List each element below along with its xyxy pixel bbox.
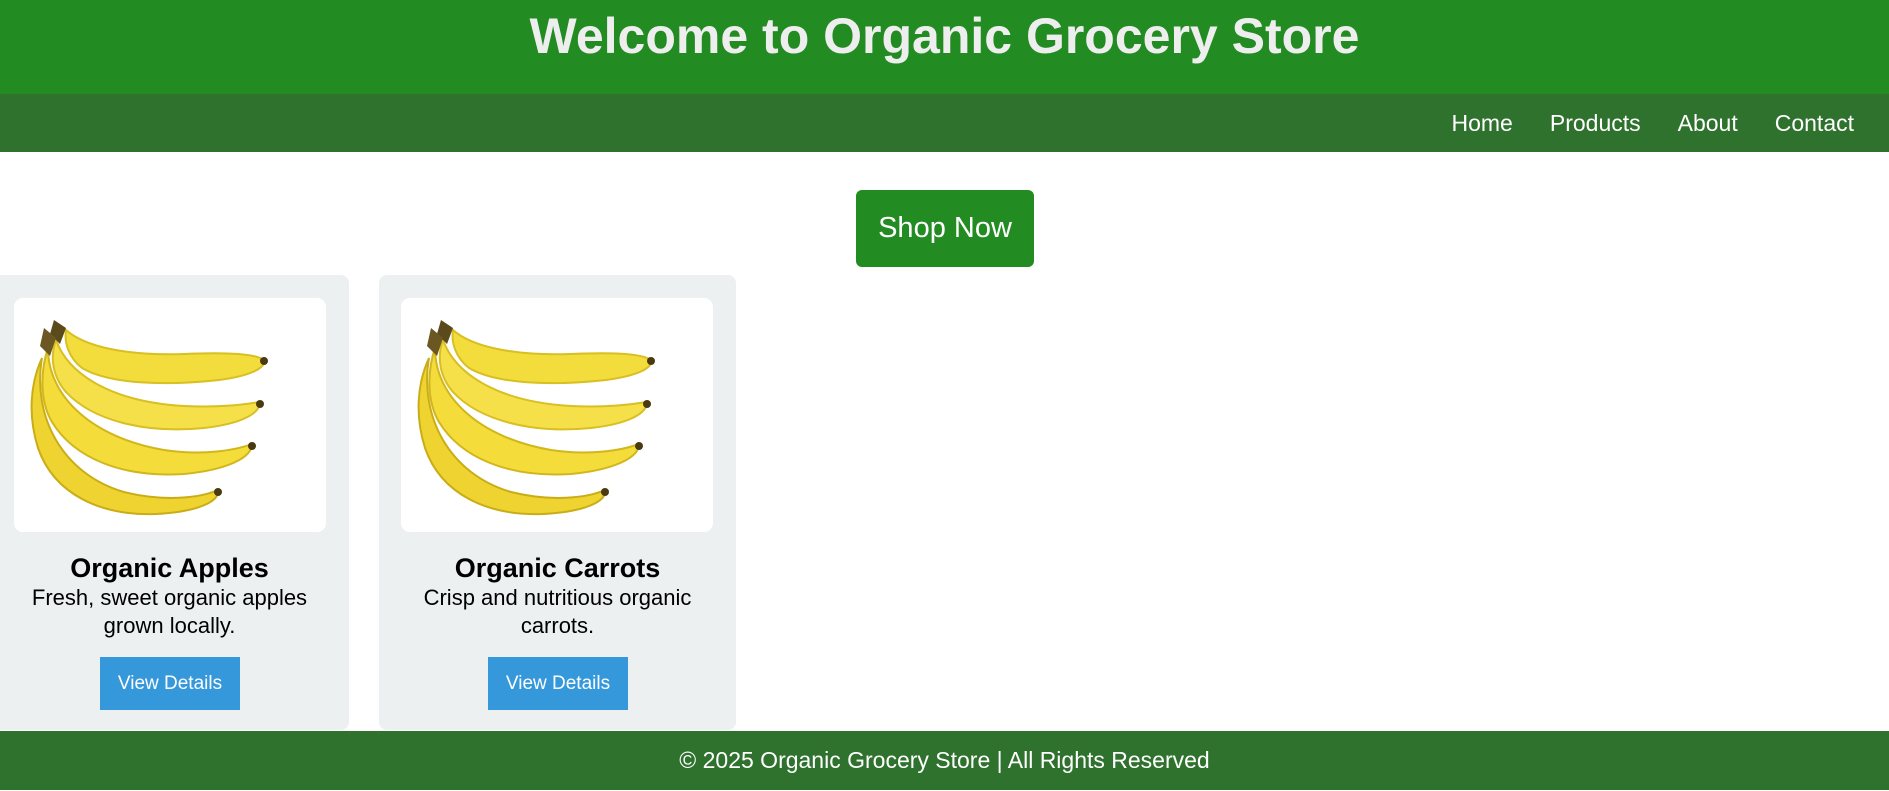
nav-link-about[interactable]: About	[1678, 110, 1738, 137]
shop-now-button[interactable]: Shop Now	[856, 190, 1034, 267]
product-name: Organic Apples	[70, 553, 269, 583]
product-description: Fresh, sweet organic apples grown locall…	[31, 585, 308, 638]
product-card: Organic Carrots Crisp and nutritious org…	[379, 275, 736, 730]
nav-link-products[interactable]: Products	[1550, 110, 1641, 137]
nav-link-contact[interactable]: Contact	[1775, 110, 1854, 137]
footer-copyright: © 2025 Organic Grocery Store | All Right…	[679, 747, 1210, 773]
banana-bunch-icon	[30, 320, 268, 516]
site-header: Welcome to Organic Grocery Store	[0, 0, 1889, 94]
site-footer: © 2025 Organic Grocery Store | All Right…	[0, 731, 1889, 790]
banana-bunch-image	[401, 298, 713, 532]
nav-link-home[interactable]: Home	[1452, 110, 1513, 137]
nav-bar: Home Products About Contact	[0, 94, 1889, 152]
product-description: Crisp and nutritious organic carrots.	[423, 585, 692, 638]
product-name: Organic Carrots	[454, 553, 661, 583]
view-details-button[interactable]: View Details	[100, 657, 240, 710]
product-card: Organic Apples Fresh, sweet organic appl…	[0, 275, 349, 730]
view-details-button[interactable]: View Details	[488, 657, 628, 710]
page-title: Welcome to Organic Grocery Store	[529, 8, 1360, 64]
banana-bunch-image	[14, 298, 326, 532]
banana-bunch-icon	[417, 320, 655, 516]
